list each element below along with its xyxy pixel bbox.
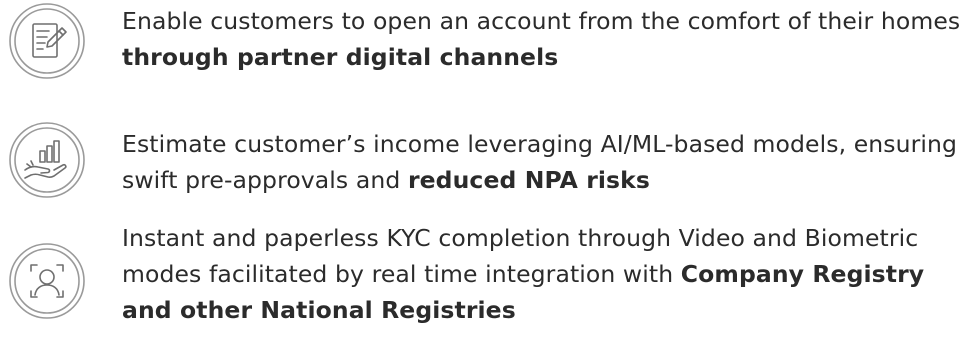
form-edit-icon: [7, 1, 87, 81]
feature-item-income-estimation: Estimate customer’s income leveraging AI…: [0, 120, 976, 200]
feature-text-bold: through partner digital channels: [122, 43, 559, 71]
feature-text-regular: Enable customers to open an account from…: [122, 7, 961, 35]
feature-text: Instant and paperless KYC completion thr…: [122, 220, 974, 328]
feature-item-kyc: Instant and paperless KYC completion thr…: [0, 217, 976, 357]
feature-text: Enable customers to open an account from…: [122, 3, 974, 75]
feature-item-online-account: Enable customers to open an account from…: [0, 0, 976, 80]
feature-text: Estimate customer’s income leveraging AI…: [122, 126, 974, 198]
face-scan-icon: [7, 241, 87, 321]
hand-growth-chart-icon: [7, 120, 87, 200]
feature-text-bold: reduced NPA risks: [407, 166, 650, 194]
